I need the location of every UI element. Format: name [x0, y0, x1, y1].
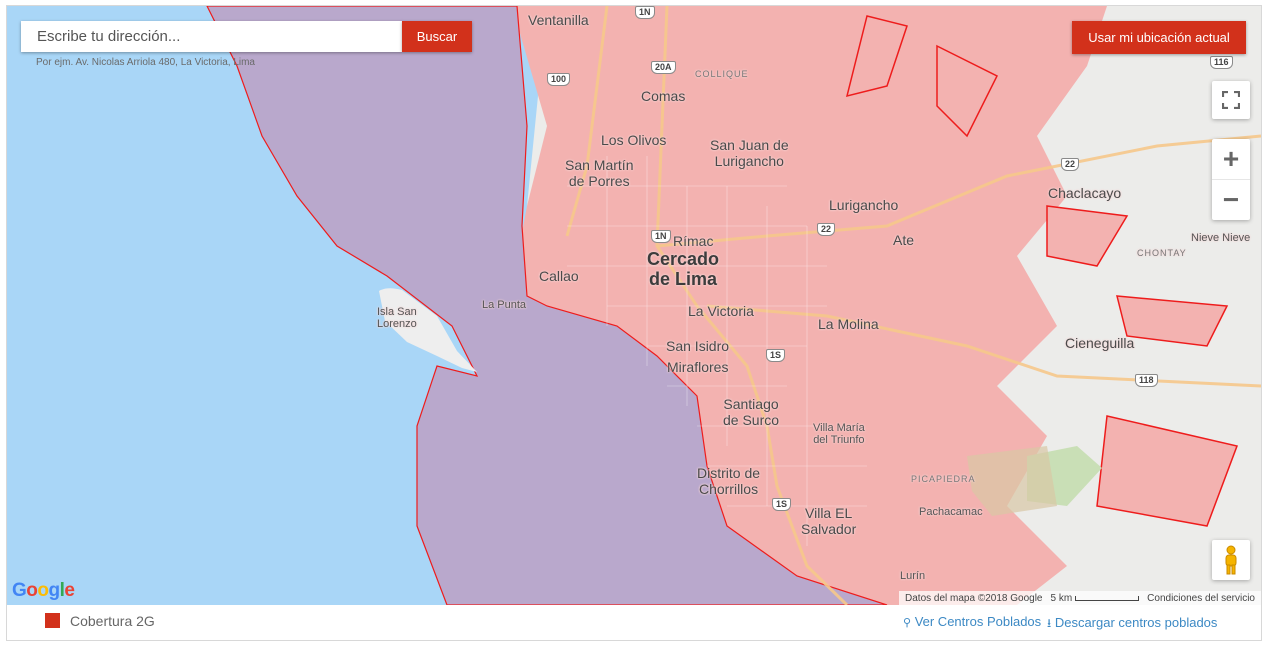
ver-centros-poblados-link[interactable]: ⚲ Ver Centros Poblados — [903, 614, 1041, 629]
label-collique: COLLIQUE — [695, 69, 749, 79]
label-lurin: Lurín — [900, 570, 926, 582]
label-ate: Ate — [893, 232, 915, 248]
label-cieneguilla: Cieneguilla — [1065, 335, 1135, 351]
label-san-isidro: San Isidro — [666, 338, 730, 354]
label-lurigancho: Lurigancho — [829, 197, 899, 213]
fullscreen-button[interactable] — [1212, 81, 1250, 119]
label-ventanilla: Ventanilla — [528, 12, 589, 28]
map-layers — [206, 6, 1261, 605]
map-marker-icon: ⚲ — [903, 617, 912, 629]
label-villa-maria: Villa María del Triunfo — [813, 422, 865, 446]
zoom-control: + − — [1212, 139, 1250, 220]
scale-label: 5 km — [1050, 592, 1073, 604]
route-shield: 22 — [1061, 158, 1080, 171]
legend-swatch-2g — [45, 613, 60, 628]
scale-line — [1075, 595, 1140, 601]
ver-centros-label: Ver Centros Poblados — [914, 614, 1042, 629]
street-view-button[interactable] — [1212, 540, 1250, 580]
route-shield: 118 — [1135, 374, 1158, 387]
terms-link[interactable]: Condiciones del servicio — [1147, 593, 1255, 604]
scale-bar: 5 km — [1050, 592, 1140, 604]
label-los-olivos: Los Olivos — [601, 132, 667, 148]
descargar-centros-link[interactable]: ⭳ Descargar centros poblados — [1047, 614, 1217, 635]
search-button[interactable]: Buscar — [402, 21, 472, 52]
descargar-label: Descargar centros poblados — [1054, 615, 1218, 630]
label-la-victoria: La Victoria — [688, 303, 754, 319]
zoom-out-button[interactable]: − — [1212, 180, 1250, 220]
label-nieve-nieve: Nieve Nieve — [1191, 232, 1251, 244]
address-search — [21, 21, 402, 52]
label-pachacamac: Pachacamac — [919, 506, 983, 518]
label-cercado-de-lima: Cercado de Lima — [647, 249, 720, 289]
label-miraflores: Miraflores — [667, 359, 729, 375]
zoom-in-button[interactable]: + — [1212, 139, 1250, 180]
route-shield: 22 — [817, 223, 836, 236]
route-shield: 1N — [651, 230, 671, 243]
search-hint: Por ejm. Av. Nicolas Arriola 480, La Vic… — [36, 57, 255, 68]
use-current-location-button[interactable]: Usar mi ubicación actual — [1072, 21, 1246, 54]
label-la-punta: La Punta — [482, 299, 527, 311]
label-comas: Comas — [641, 88, 686, 104]
google-logo: Google — [12, 580, 75, 601]
route-shield: 20A — [651, 61, 676, 74]
route-shield: 100 — [547, 73, 571, 86]
label-chorrillos: Distrito de Chorrillos — [697, 465, 761, 497]
route-shield: 1N — [635, 6, 655, 19]
address-search-input[interactable] — [21, 21, 402, 52]
pegman-icon — [1225, 545, 1237, 575]
label-chaclacayo: Chaclacayo — [1048, 185, 1122, 201]
label-villa-el-salvador: Villa EL Salvador — [801, 505, 857, 537]
label-chontay: CHONTAY — [1137, 248, 1187, 258]
label-sjl: San Juan de Lurigancho — [710, 137, 789, 169]
label-la-molina: La Molina — [818, 316, 879, 332]
coverage-map[interactable]: Ventanilla Comas COLLIQUE Los Olivos San… — [7, 6, 1261, 605]
label-rimac: Rímac — [673, 233, 714, 249]
label-isla-san-lorenzo: Isla San Lorenzo — [377, 306, 417, 330]
label-santiago-de-surco: Santiago de Surco — [723, 396, 780, 428]
download-icon: ⭳ — [1047, 616, 1052, 630]
label-san-martin: San Martín de Porres — [565, 157, 634, 189]
label-callao: Callao — [539, 268, 579, 284]
route-shield: 1S — [766, 349, 786, 362]
route-shield: 116 — [1210, 56, 1233, 69]
route-shield: 1S — [772, 498, 792, 511]
map-attribution: Datos del mapa ©2018 Google 5 km Condici… — [899, 591, 1261, 605]
fullscreen-icon — [1222, 91, 1240, 109]
label-picapiedra: PICAPIEDRA — [911, 474, 976, 484]
attribution-data[interactable]: Datos del mapa ©2018 Google — [905, 593, 1042, 604]
legend-label-2g: Cobertura 2G — [70, 613, 155, 629]
